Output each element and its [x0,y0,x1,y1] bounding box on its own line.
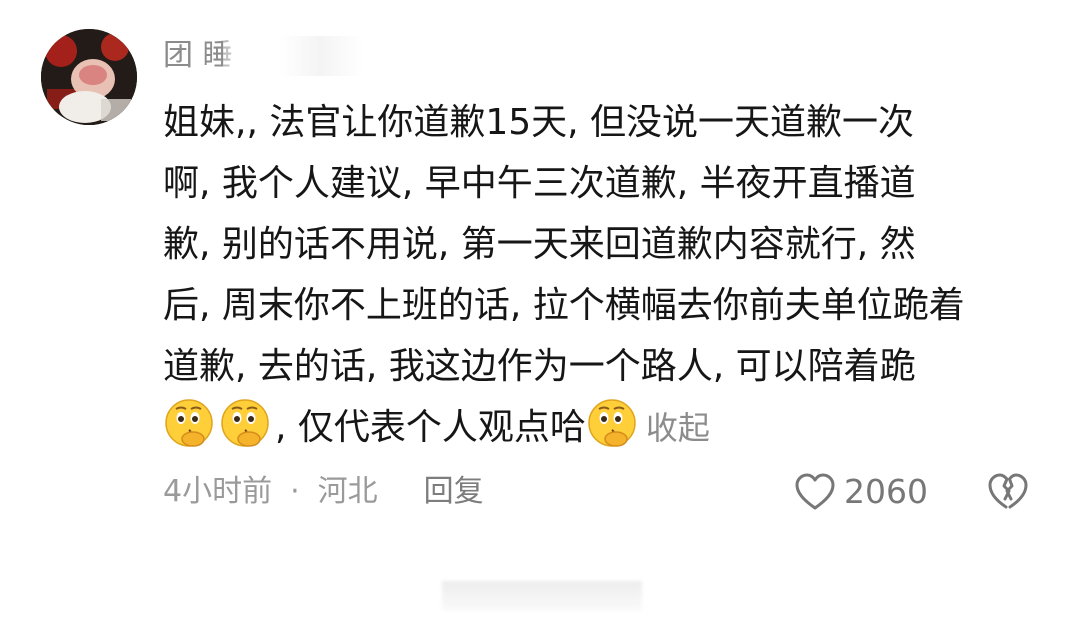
comment-time: 4小时前 [163,474,273,509]
comment-line: 啊, 我个人建议, 早中午三次道歉, 半夜开直播道 [163,163,916,204]
reply-button[interactable]: 回复 [424,474,484,509]
comment-line: 道歉, 去的话, 我这边作为一个路人, 可以陪着跪 [163,346,916,387]
thinking-face-icon [165,399,213,447]
comment-location: 河北 [317,474,378,509]
thinking-face-icon [221,399,269,447]
comment-card: 团 睡 姐妹,, 法官让你道歉15天, 但没说一天道歉一次 啊, 我个人建议, … [0,0,1079,622]
comment-last-text: , 仅代表个人观点哈 [275,407,586,448]
thinking-face-icon [588,399,636,447]
avatar-image [41,29,137,125]
like-button[interactable]: 2060 [794,469,928,515]
collapse-link[interactable]: 收起 [646,409,710,447]
comment-line: 歉, 别的话不用说, 第一天来回道歉内容就行, 然 [163,224,916,265]
comment-line: 后, 周末你不上班的话, 拉个横幅去你前夫单位跪着 [163,285,965,326]
comment-line-last: , 仅代表个人观点哈 收起 [163,397,1053,458]
comment-meta: 4小时前 · 河北 回复 [163,470,484,514]
broken-heart-icon[interactable] [987,471,1029,513]
username[interactable]: 团 睡 [163,36,363,76]
meta-separator: · [290,474,300,509]
username-redaction [223,36,363,76]
watermark [442,581,642,611]
avatar[interactable] [41,29,137,125]
comment-line: 姐妹,, 法官让你道歉15天, 但没说一天道歉一次 [163,102,915,143]
heart-icon [795,473,835,510]
like-count: 2060 [844,472,928,511]
comment-body: 姐妹,, 法官让你道歉15天, 但没说一天道歉一次 啊, 我个人建议, 早中午三… [163,92,1053,458]
